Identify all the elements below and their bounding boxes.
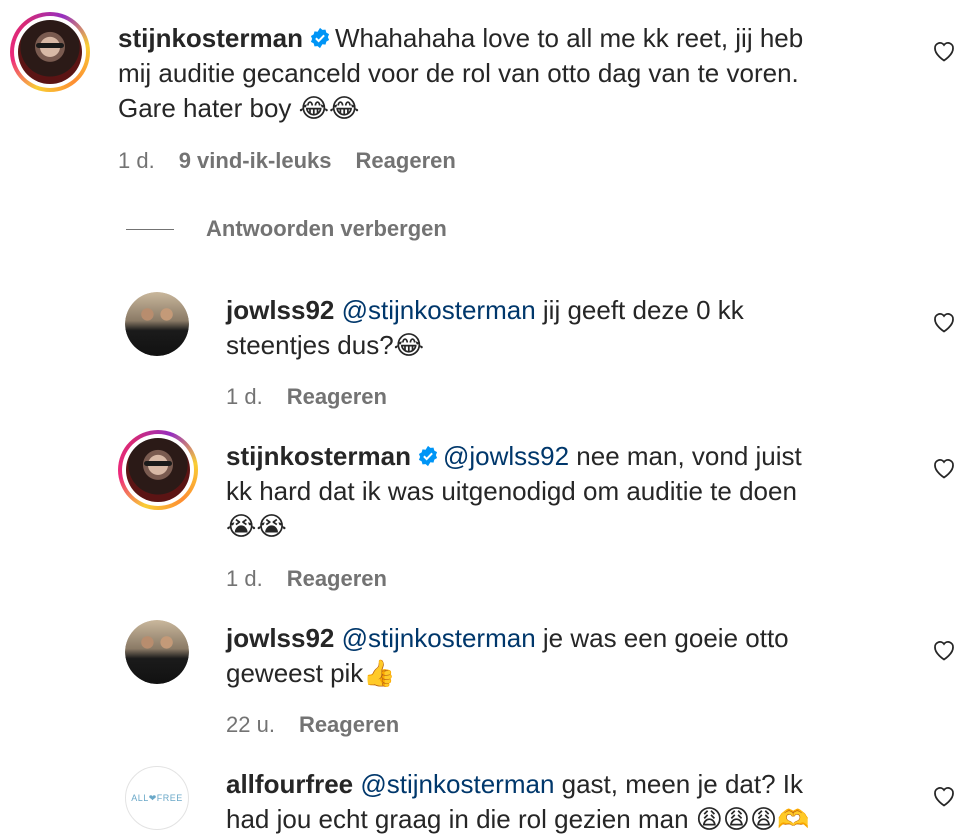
comment-text: stijnkosterman @jowlss92 nee man, vond ju… — [226, 441, 802, 541]
heart-icon[interactable] — [932, 311, 956, 333]
avatar[interactable] — [10, 12, 90, 92]
comment-text: jowlss92 @stijnkosterman je was een goei… — [226, 623, 789, 688]
timestamp[interactable]: 1 d. — [118, 148, 155, 174]
allfourfree-logo: ALL❤FREE — [131, 792, 183, 803]
mention-link[interactable]: @stijnkosterman — [342, 623, 536, 653]
hide-replies-button[interactable]: Antwoorden verbergen — [126, 216, 447, 242]
comment-meta: 1 d. Reageren — [226, 566, 387, 592]
username-link[interactable]: stijnkosterman — [118, 23, 303, 53]
timestamp[interactable]: 1 d. — [226, 566, 263, 592]
comment-text: allfourfree @stijnkosterman gast, meen j… — [226, 769, 810, 834]
username-link[interactable]: jowlss92 — [226, 623, 334, 653]
divider — [126, 228, 174, 230]
mention-link[interactable]: @jowlss92 — [443, 441, 569, 471]
reply-button[interactable]: Reageren — [299, 712, 399, 738]
heart-icon[interactable] — [932, 639, 956, 661]
profile-photo — [125, 620, 189, 684]
profile-photo — [126, 438, 190, 502]
avatar[interactable] — [125, 292, 189, 356]
avatar[interactable] — [118, 430, 198, 510]
profile-photo — [125, 292, 189, 356]
username-link[interactable]: stijnkosterman — [226, 441, 411, 471]
avatar[interactable] — [125, 620, 189, 684]
reply-button[interactable]: Reageren — [287, 384, 387, 410]
likes-count[interactable]: 9 vind-ik-leuks — [179, 148, 332, 174]
username-link[interactable]: jowlss92 — [226, 295, 334, 325]
verified-badge-icon — [310, 27, 330, 49]
mention-link[interactable]: @stijnkosterman — [342, 295, 536, 325]
comment-text: stijnkosterman Whahahaha love to all me k… — [118, 23, 804, 123]
comment-meta: 22 u. Reageren — [226, 712, 399, 738]
avatar[interactable]: ALL❤FREE — [125, 766, 189, 830]
comment-meta: 1 d. Reageren — [226, 384, 387, 410]
reply-button[interactable]: Reageren — [287, 566, 387, 592]
mention-link[interactable]: @stijnkosterman — [360, 769, 554, 799]
heart-icon[interactable] — [932, 40, 956, 62]
reply-button[interactable]: Reageren — [356, 148, 456, 174]
verified-badge-icon — [418, 445, 438, 467]
heart-icon[interactable] — [932, 785, 956, 807]
timestamp[interactable]: 22 u. — [226, 712, 275, 738]
username-link[interactable]: allfourfree — [226, 769, 353, 799]
comment-text: jowlss92 @stijnkosterman jij geeft deze … — [226, 295, 744, 360]
timestamp[interactable]: 1 d. — [226, 384, 263, 410]
heart-icon[interactable] — [932, 457, 956, 479]
profile-photo — [18, 20, 82, 84]
comment-meta: 1 d. 9 vind-ik-leuks Reageren — [118, 148, 456, 174]
